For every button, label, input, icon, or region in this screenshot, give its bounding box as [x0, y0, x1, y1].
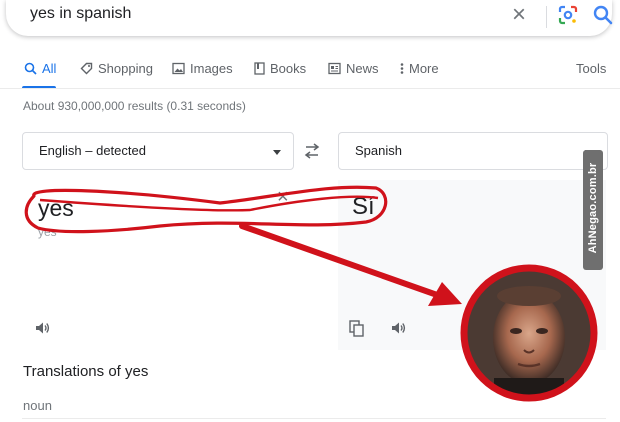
translations-heading: Translations of yes [23, 363, 149, 380]
google-lens-icon[interactable] [558, 5, 578, 25]
watermark-badge: AhNegao.com.br [583, 150, 603, 270]
book-icon [254, 62, 265, 75]
more-vert-icon [400, 63, 404, 74]
tab-shopping[interactable]: Shopping [80, 61, 153, 76]
newspaper-icon [328, 62, 341, 75]
search-bar[interactable]: yes in spanish × [6, 0, 614, 36]
tab-news-label: News [346, 61, 379, 76]
clear-search-icon[interactable]: × [512, 0, 526, 30]
source-text[interactable]: yes [38, 195, 74, 222]
tab-shopping-label: Shopping [98, 61, 153, 76]
result-stats: About 930,000,000 results (0.31 seconds) [23, 99, 246, 113]
search-tabs: All Shopping Images Books News More Tool… [0, 58, 620, 89]
tag-icon [80, 62, 93, 75]
swap-languages-icon[interactable] [302, 143, 322, 159]
tab-more[interactable]: More [400, 61, 439, 76]
search-icon[interactable] [592, 4, 614, 26]
search-icon [24, 62, 37, 75]
speaker-icon[interactable] [34, 319, 52, 337]
tabs-divider [0, 88, 620, 89]
tab-books-label: Books [270, 61, 307, 76]
part-of-speech-label: noun [23, 398, 52, 413]
watermark-text: AhNegao.com.br [587, 162, 599, 254]
tab-images[interactable]: Images [172, 61, 233, 76]
tab-images-label: Images [190, 61, 233, 76]
target-text-panel [338, 180, 606, 350]
search-divider [546, 6, 547, 28]
pronunciation-text: yes [38, 225, 57, 239]
speaker-icon[interactable] [390, 319, 408, 337]
tools-label: Tools [576, 61, 607, 76]
translated-text: Sí [352, 193, 375, 220]
image-icon [172, 62, 185, 75]
tools-button[interactable]: Tools [576, 61, 606, 76]
tab-all-label: All [42, 61, 57, 76]
chevron-down-icon [273, 150, 281, 155]
target-language-label: Spanish [355, 143, 402, 158]
tab-all[interactable]: All [24, 61, 56, 76]
section-divider [22, 418, 606, 419]
copy-icon[interactable] [349, 320, 365, 338]
search-query[interactable]: yes in spanish [30, 5, 131, 23]
tab-more-label: More [409, 61, 439, 76]
target-language-select[interactable]: Spanish [338, 132, 608, 170]
tab-books[interactable]: Books [254, 61, 306, 76]
tab-news[interactable]: News [328, 61, 379, 76]
source-language-label: English – detected [39, 143, 146, 158]
clear-source-icon[interactable]: × [277, 186, 289, 209]
source-language-select[interactable]: English – detected [22, 132, 294, 170]
